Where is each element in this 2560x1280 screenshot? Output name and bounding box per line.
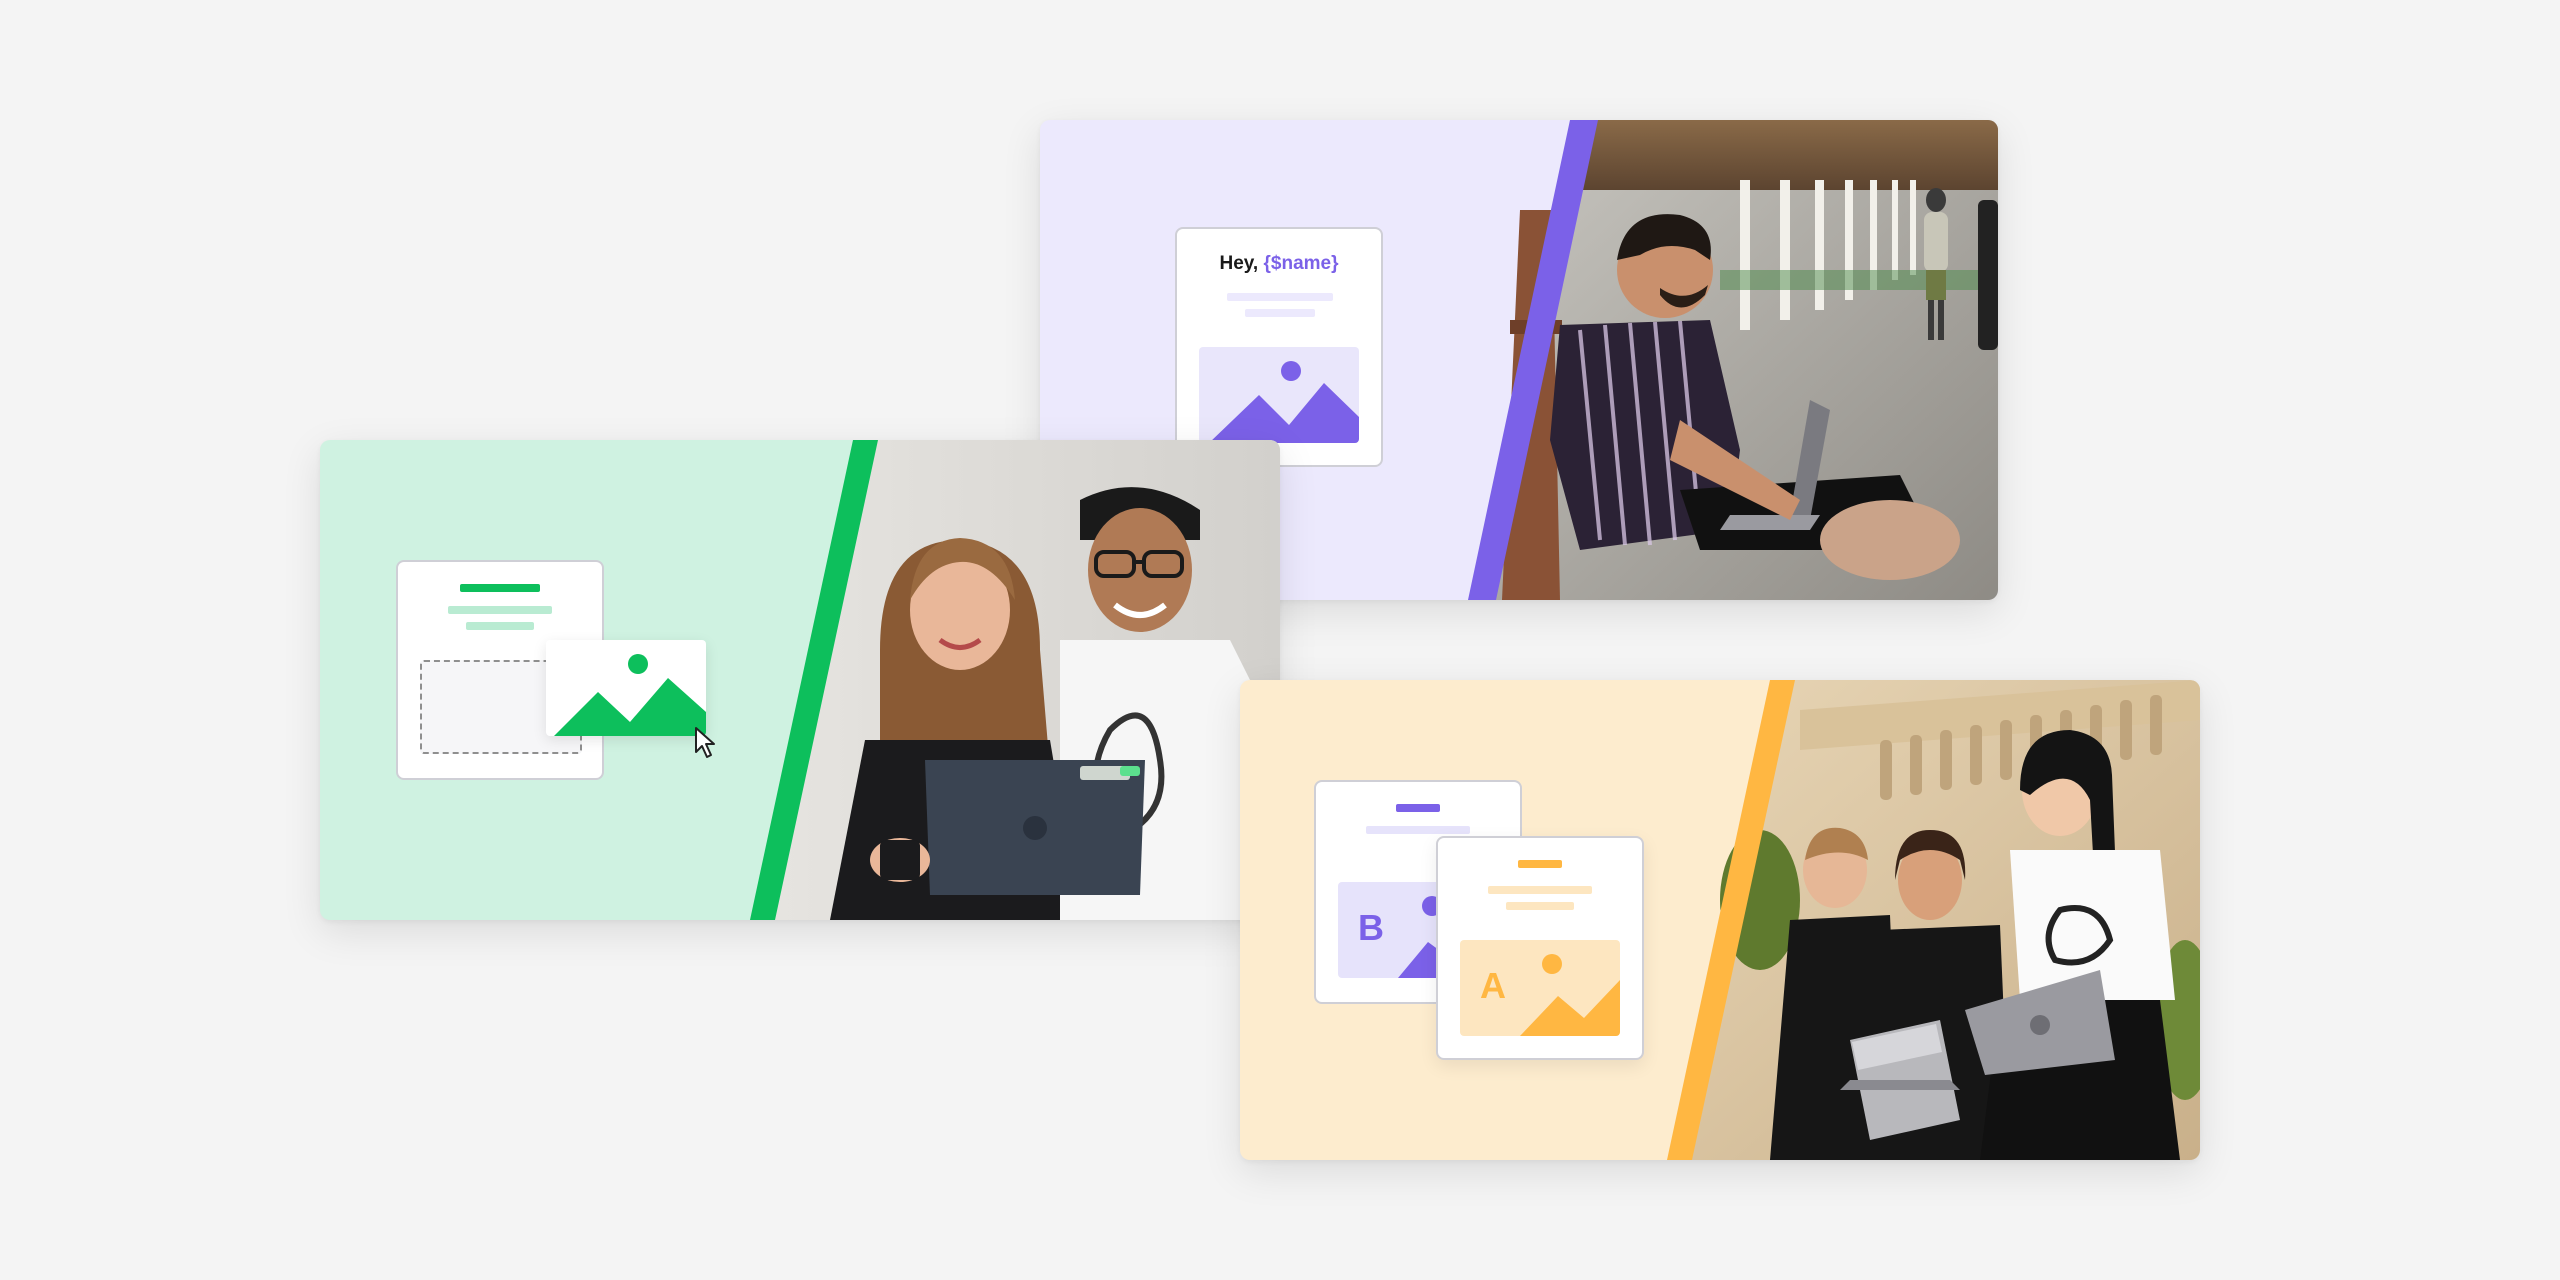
greeting-text: Hey, [1219,253,1264,274]
text-line [448,606,552,614]
heading-line [1518,860,1562,868]
image-placeholder-icon [1199,347,1359,443]
drag-drop-card [320,440,1280,920]
variant-a-label: A [1480,965,1506,1006]
heading-line [460,584,540,592]
image-icon [554,654,706,736]
variant-b-label: B [1358,907,1384,948]
ab-test-card: B A [1240,680,2200,1160]
email-greeting: Hey, {$name} [1177,253,1381,275]
text-line [1227,293,1333,301]
image-placeholder-icon: A [1460,940,1620,1036]
name-variable-tag: {$name} [1263,253,1339,274]
arrow-cursor-icon [695,727,715,758]
text-line [1506,902,1574,910]
text-line [1488,886,1592,894]
text-line [466,622,534,630]
text-line [1245,309,1315,317]
dragged-image-block[interactable] [546,640,706,736]
variant-a-mockup: A [1436,836,1644,1060]
personalized-email-mockup: Hey, {$name} [1175,227,1383,467]
heading-line [1396,804,1440,812]
text-line [1366,826,1470,834]
